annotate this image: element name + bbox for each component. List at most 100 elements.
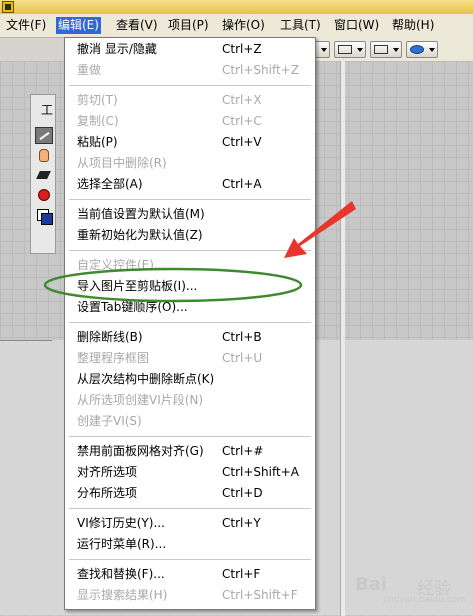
menu-item-label: 重做	[77, 63, 102, 77]
menu-item-label: 显示搜索结果(H)	[77, 588, 168, 602]
menu-item-set-tab-order[interactable]: 设置Tab键顺序(O)...	[65, 297, 315, 318]
menu-item-remove-from-project: 从项目中删除(R)	[65, 153, 315, 174]
menu-item-select-all[interactable]: 选择全部(A) Ctrl+A	[65, 174, 315, 195]
menu-item-label: 从层次结构中删除断点(K)	[77, 372, 215, 386]
breakpoint-tool-icon[interactable]	[35, 187, 53, 204]
menu-item-shortcut: Ctrl+Shift+F	[222, 588, 298, 602]
menu-item-label: 复制(C)	[77, 114, 119, 128]
menu-item-clean-up-diagram: 整理程序框图 Ctrl+U	[65, 348, 315, 369]
reorder-icon	[410, 45, 424, 54]
edit-menu-dropdown: 撤消 显示/隐藏 Ctrl+Z 重做 Ctrl+Shift+Z 剪切(T) Ctrl+…	[64, 37, 316, 610]
menu-item-label: 当前值设置为默认值(M)	[77, 207, 205, 221]
menu-separator	[69, 559, 311, 560]
menu-item-label: 自定义控件(E)...	[77, 258, 166, 272]
distribute-objects-button[interactable]	[370, 41, 402, 58]
menu-file[interactable]: 文件(F)	[4, 17, 48, 34]
panel-scroll-edge[interactable]	[340, 61, 345, 616]
menu-item-create-subvi: 创建子VI(S)	[65, 411, 315, 432]
menu-separator	[69, 508, 311, 509]
menu-separator	[69, 199, 311, 200]
menu-item-shortcut: Ctrl+Z	[222, 42, 262, 56]
menu-item-show-search-results: 显示搜索结果(H) Ctrl+Shift+F	[65, 585, 315, 606]
menu-operate[interactable]: 操作(O)	[220, 17, 267, 34]
menu-item-label: 设置Tab键顺序(O)...	[77, 300, 188, 314]
menu-item-redo: 重做 Ctrl+Shift+Z	[65, 60, 315, 81]
menu-item-label: 分布所选项	[77, 486, 138, 500]
menu-help[interactable]: 帮助(H)	[390, 17, 436, 34]
menu-item-import-picture-to-clipboard[interactable]: 导入图片至剪贴板(I)...	[65, 276, 315, 297]
color-tool-icon[interactable]	[35, 207, 53, 227]
menu-separator	[69, 436, 311, 437]
menu-item-label: 对齐所选项	[77, 465, 138, 479]
reorder-button[interactable]	[406, 41, 438, 58]
menu-item-shortcut: Ctrl+X	[222, 93, 262, 107]
menu-item-label: 创建子VI(S)	[77, 414, 142, 428]
menu-item-label: 从项目中删除(R)	[77, 156, 167, 170]
menu-view[interactable]: 查看(V)	[114, 17, 160, 34]
menu-separator	[69, 85, 311, 86]
menu-item-label: 剪切(T)	[77, 93, 118, 107]
menu-item-label: 导入图片至剪贴板(I)...	[77, 279, 198, 293]
menu-item-customize-control: 自定义控件(E)...	[65, 255, 315, 276]
tools-palette: 工	[30, 94, 56, 254]
align-objects-button[interactable]	[334, 41, 366, 58]
menu-item-label: 选择全部(A)	[77, 177, 143, 191]
menu-item-align-items[interactable]: 对齐所选项 Ctrl+Shift+A	[65, 462, 315, 483]
menu-item-copy: 复制(C) Ctrl+C	[65, 111, 315, 132]
menu-item-find-and-replace[interactable]: 查找和替换(F)... Ctrl+F	[65, 564, 315, 585]
watermark-logo: Bai	[355, 574, 388, 595]
menu-item-paste[interactable]: 粘贴(P) Ctrl+V	[65, 132, 315, 153]
menu-item-run-time-menu[interactable]: 运行时菜单(R)...	[65, 534, 315, 555]
menu-item-shortcut: Ctrl+Y	[222, 516, 261, 530]
menu-tools[interactable]: 工具(T)	[278, 17, 323, 34]
baidu-jingyan-watermark: Bai 经验 jingyan.baidu.com	[355, 566, 467, 606]
menu-item-label: 撤消 显示/隐藏	[77, 42, 157, 56]
menu-separator	[69, 322, 311, 323]
menu-item-make-current-default[interactable]: 当前值设置为默认值(M)	[65, 204, 315, 225]
menu-item-label: 删除断线(B)	[77, 330, 143, 344]
menu-item-shortcut: Ctrl+#	[222, 444, 264, 458]
menu-window[interactable]: 窗口(W)	[332, 17, 381, 34]
menu-item-distribute-items[interactable]: 分布所选项 Ctrl+D	[65, 483, 315, 504]
menu-edit[interactable]: 编辑(E)	[56, 17, 101, 34]
menu-item-remove-breakpoints[interactable]: 从层次结构中删除断点(K)	[65, 369, 315, 390]
tools-palette-title: 工	[41, 103, 54, 117]
menu-item-vi-revision-history[interactable]: VI修订历史(Y)... Ctrl+Y	[65, 513, 315, 534]
menu-item-label: 禁用前面板网格对齐(G)	[77, 444, 204, 458]
menu-item-shortcut: Ctrl+B	[222, 330, 262, 344]
menu-item-reinitialize-default[interactable]: 重新初始化为默认值(Z)	[65, 225, 315, 246]
menu-item-shortcut: Ctrl+F	[222, 567, 261, 581]
panel-divider	[0, 340, 52, 341]
align-icon	[338, 45, 352, 54]
chevron-down-icon	[393, 48, 399, 52]
operate-hand-icon[interactable]	[35, 147, 53, 164]
menu-item-label: 重新初始化为默认值(Z)	[77, 228, 203, 242]
watermark-url: jingyan.baidu.com	[383, 595, 467, 605]
menu-item-shortcut: Ctrl+C	[222, 114, 262, 128]
menu-item-label: VI修订历史(Y)...	[77, 516, 165, 530]
menu-item-disable-grid-alignment[interactable]: 禁用前面板网格对齐(G) Ctrl+#	[65, 441, 315, 462]
menu-item-label: 查找和替换(F)...	[77, 567, 165, 581]
distribute-icon	[374, 45, 388, 54]
menu-item-label: 粘贴(P)	[77, 135, 118, 149]
menu-project[interactable]: 项目(P)	[166, 17, 211, 34]
auto-tool-icon[interactable]	[35, 127, 53, 144]
menu-item-label: 运行时菜单(R)...	[77, 537, 167, 551]
menu-item-cut: 剪切(T) Ctrl+X	[65, 90, 315, 111]
menu-item-shortcut: Ctrl+A	[222, 177, 262, 191]
menu-item-shortcut: Ctrl+Shift+A	[222, 465, 299, 479]
menu-bar: 文件(F) 编辑(E) 查看(V) 项目(P) 操作(O) 工具(T) 窗口(W…	[0, 14, 473, 38]
menu-item-undo[interactable]: 撤消 显示/隐藏 Ctrl+Z	[65, 39, 315, 60]
chevron-down-icon	[321, 48, 327, 52]
toolbar-dropdown-button[interactable]	[314, 41, 330, 58]
title-bar	[0, 0, 473, 14]
menu-item-shortcut: Ctrl+U	[222, 351, 263, 365]
menu-item-label: 从所选项创建VI片段(N)	[77, 393, 204, 407]
position-tool-icon[interactable]	[35, 167, 53, 184]
menu-item-remove-broken-wires[interactable]: 删除断线(B) Ctrl+B	[65, 327, 315, 348]
menu-item-shortcut: Ctrl+D	[222, 486, 263, 500]
menu-item-shortcut: Ctrl+Shift+Z	[222, 63, 299, 77]
chevron-down-icon	[357, 48, 363, 52]
toolbar	[312, 37, 473, 61]
labview-app-icon	[2, 1, 14, 13]
